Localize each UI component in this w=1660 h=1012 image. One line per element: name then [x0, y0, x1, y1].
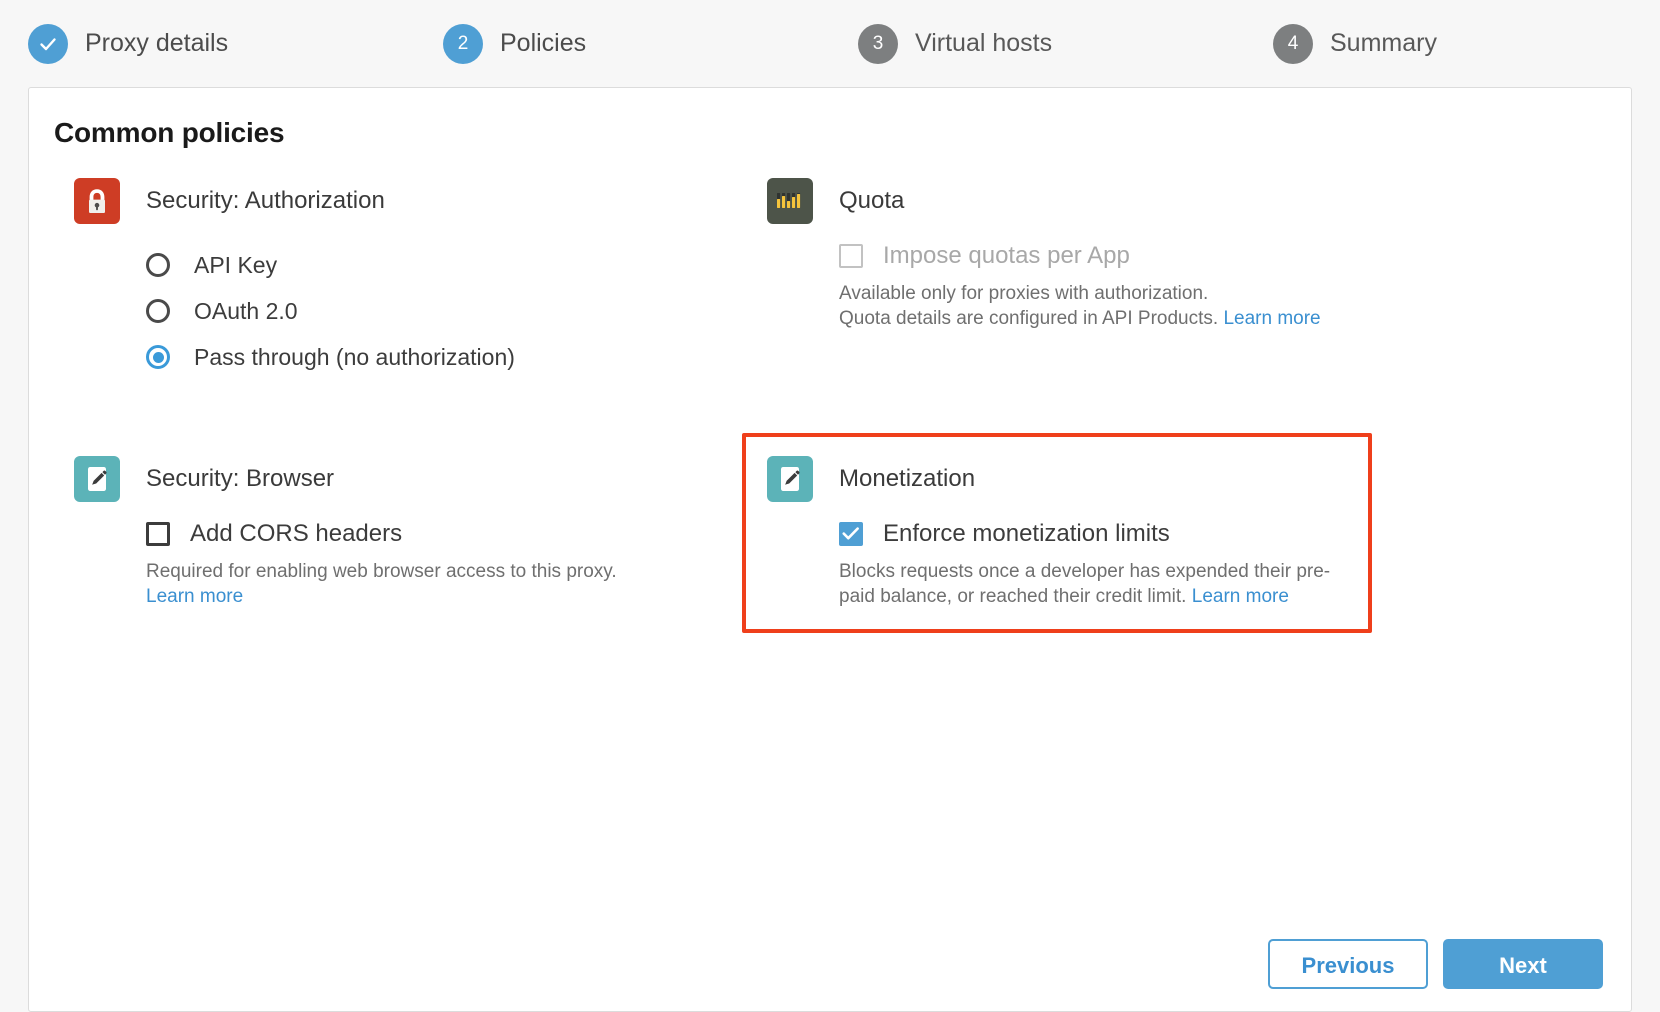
step-4-badge: 4	[1273, 24, 1313, 64]
step-1-badge	[28, 24, 68, 64]
checkbox-enforce-monetization-limits[interactable]: Enforce monetization limits	[839, 520, 1357, 548]
checkbox-indicator-checked[interactable]	[839, 522, 863, 546]
radio-indicator[interactable]	[146, 253, 170, 277]
policy-monetization: Monetization Enforce monetization limits…	[767, 456, 1357, 609]
checkbox-label: Add CORS headers	[190, 520, 402, 548]
next-button[interactable]: Next	[1443, 939, 1603, 989]
checkbox-add-cors-headers[interactable]: Add CORS headers	[146, 520, 694, 548]
radio-option-pass-through[interactable]: Pass through (no authorization)	[146, 334, 694, 380]
checkbox-indicator[interactable]	[839, 244, 863, 268]
quota-description-line-2: Quota details are configured in API Prod…	[839, 308, 1218, 329]
monetization-description: Blocks requests once a developer has exp…	[839, 559, 1357, 609]
quota-description-line-1: Available only for proxies with authoriz…	[839, 283, 1208, 304]
authorization-radio-group: API Key OAuth 2.0 Pass through (no autho…	[146, 242, 694, 380]
step-2-badge: 2	[443, 24, 483, 64]
policy-header: Security: Browser	[74, 456, 694, 502]
browser-description-line-1: Required for enabling web browser access…	[146, 561, 617, 582]
browser-learn-more-link[interactable]: Learn more	[146, 586, 243, 607]
common-policies-card: Common policies Security: Authorization …	[28, 87, 1632, 1012]
browser-description: Required for enabling web browser access…	[146, 559, 694, 609]
quota-description: Available only for proxies with authoriz…	[839, 281, 1367, 331]
lock-icon	[74, 178, 120, 224]
policy-name-quota: Quota	[839, 178, 904, 224]
check-icon	[37, 33, 59, 55]
pencil-icon	[74, 456, 120, 502]
quota-bars-icon	[767, 178, 813, 224]
checkbox-label: Impose quotas per App	[883, 242, 1130, 270]
step-policies[interactable]: 2 Policies	[415, 24, 830, 64]
policy-header: Quota	[767, 178, 1367, 224]
radio-label: Pass through (no authorization)	[194, 344, 515, 371]
radio-indicator[interactable]	[146, 299, 170, 323]
pencil-icon	[767, 456, 813, 502]
quota-body: Impose quotas per App Available only for…	[839, 242, 1367, 331]
step-virtual-hosts[interactable]: 3 Virtual hosts	[830, 24, 1245, 64]
radio-option-api-key[interactable]: API Key	[146, 242, 694, 288]
previous-button[interactable]: Previous	[1268, 939, 1428, 989]
step-summary[interactable]: 4 Summary	[1245, 24, 1660, 64]
check-icon	[842, 526, 860, 542]
checkbox-label: Enforce monetization limits	[883, 520, 1170, 548]
policy-header: Security: Authorization	[74, 178, 694, 224]
step-1-label: Proxy details	[85, 29, 228, 58]
step-3-badge: 3	[858, 24, 898, 64]
policy-security-browser: Security: Browser Add CORS headers Requi…	[74, 456, 694, 609]
policy-name-monetization: Monetization	[839, 456, 975, 502]
radio-option-oauth-2[interactable]: OAuth 2.0	[146, 288, 694, 334]
policy-name-authorization: Security: Authorization	[146, 178, 385, 224]
policy-security-authorization: Security: Authorization API Key OAuth 2.…	[74, 178, 694, 380]
checkbox-indicator[interactable]	[146, 522, 170, 546]
step-proxy-details[interactable]: Proxy details	[0, 24, 415, 64]
step-3-label: Virtual hosts	[915, 29, 1052, 58]
monetization-learn-more-link[interactable]: Learn more	[1192, 586, 1289, 607]
radio-label: OAuth 2.0	[194, 298, 298, 325]
radio-label: API Key	[194, 252, 277, 279]
policy-quota: Quota Impose quotas per App Available on…	[767, 178, 1367, 331]
wizard-footer: Previous Next	[1268, 939, 1603, 989]
browser-body: Add CORS headers Required for enabling w…	[146, 520, 694, 609]
quota-learn-more-link[interactable]: Learn more	[1223, 308, 1320, 329]
policy-header: Monetization	[767, 456, 1357, 502]
monetization-description-line-1: Blocks requests once a developer has exp…	[839, 561, 1330, 582]
step-4-label: Summary	[1330, 29, 1437, 58]
monetization-body: Enforce monetization limits Blocks reque…	[839, 520, 1357, 609]
monetization-description-line-2: paid balance, or reached their credit li…	[839, 586, 1186, 607]
policy-name-browser: Security: Browser	[146, 456, 334, 502]
radio-indicator-selected[interactable]	[146, 345, 170, 369]
checkbox-impose-quotas-per-app[interactable]: Impose quotas per App	[839, 242, 1367, 270]
step-2-label: Policies	[500, 29, 586, 58]
wizard-stepper: Proxy details 2 Policies 3 Virtual hosts…	[0, 0, 1660, 87]
page-title: Common policies	[29, 88, 1631, 149]
